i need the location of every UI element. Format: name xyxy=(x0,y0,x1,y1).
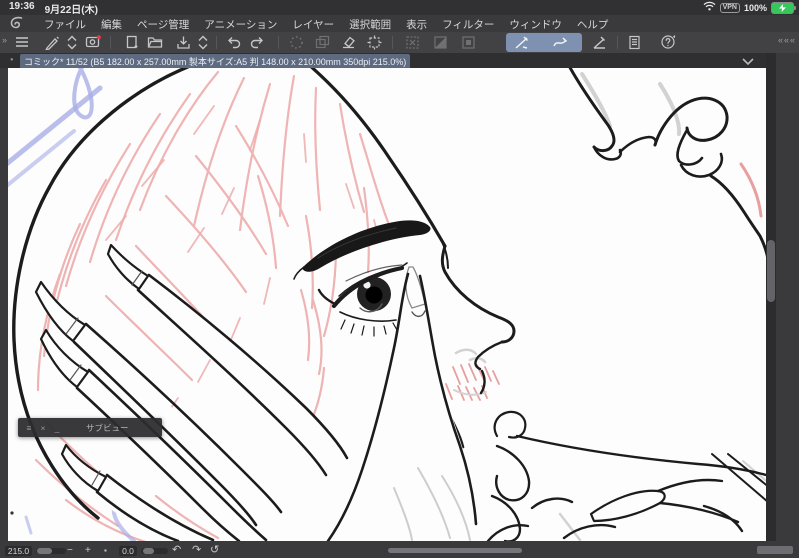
ipad-status-bar: 19:36 9月22日(木) VPN 100% xyxy=(0,0,799,16)
tool-switcher-icon[interactable] xyxy=(64,34,80,50)
panel-close-icon[interactable]: × xyxy=(36,423,50,433)
quick-help-icon[interactable] xyxy=(660,34,676,50)
save-icon[interactable] xyxy=(175,34,191,50)
toolbar-overflow-icon[interactable]: ««« xyxy=(778,35,796,45)
menu-bar: ファイル 編集 ページ管理 アニメーション レイヤー 選択範囲 表示 フィルター… xyxy=(0,15,799,32)
layer-ops-icon xyxy=(314,34,330,50)
subview-panel-header[interactable]: ≡ × _ サブビュー xyxy=(18,418,162,437)
pen-tool-icon[interactable] xyxy=(44,34,60,50)
command-toolbar: » ««« xyxy=(0,32,799,53)
panel-menu-icon[interactable]: ≡ xyxy=(22,423,36,433)
home-indicator[interactable] xyxy=(388,548,522,553)
panel-minimize-icon[interactable]: _ xyxy=(50,423,64,433)
menu-layer[interactable]: レイヤー xyxy=(292,17,334,32)
pen-cursor xyxy=(10,511,14,515)
zoom-slider[interactable] xyxy=(36,547,66,554)
clock: 19:36 xyxy=(9,1,35,12)
document-tab-bar: ● コミック* 11/52 (B5 182.00 x 257.00mm 製本サイ… xyxy=(0,53,768,69)
canvas[interactable] xyxy=(1,62,773,544)
vertical-scrollbar-thumb[interactable] xyxy=(767,240,775,302)
artwork-drawing xyxy=(1,62,773,544)
material-list-icon[interactable] xyxy=(626,34,642,50)
processing-icon xyxy=(288,34,304,50)
chevron-down-icon[interactable] xyxy=(742,57,754,67)
menu-edit[interactable]: 編集 xyxy=(101,17,122,32)
rotate-ccw-button[interactable]: ↶ xyxy=(172,544,181,557)
tab-bullet: ● xyxy=(10,57,14,63)
page-switcher-icon[interactable] xyxy=(195,34,211,50)
deselect-icon xyxy=(404,34,420,50)
battery-percent: 100% xyxy=(743,2,767,13)
redo-icon[interactable] xyxy=(250,34,266,50)
zoom-in-button[interactable]: + xyxy=(85,544,91,557)
rotate-cw-button[interactable]: ↷ xyxy=(192,544,201,557)
app-screen: 19:36 9月22日(木) VPN 100% ファイル 編集 ページ管理 アニ… xyxy=(0,0,799,558)
wifi-icon xyxy=(703,1,716,14)
frame-crop-icon[interactable] xyxy=(366,34,382,50)
menu-selection[interactable]: 選択範囲 xyxy=(349,17,391,32)
toolbar-collapse-icon[interactable]: » xyxy=(2,35,7,45)
vpn-badge: VPN xyxy=(719,2,740,13)
pasteboard-left xyxy=(0,68,8,543)
clip-studio-logo-icon[interactable] xyxy=(9,16,25,33)
new-page-icon[interactable] xyxy=(124,34,140,50)
fit-screen-button[interactable]: ▪ xyxy=(104,544,107,557)
document-tab[interactable]: コミック* 11/52 (B5 182.00 x 257.00mm 製本サイズ:… xyxy=(20,54,411,69)
rotation-slider[interactable] xyxy=(141,547,168,554)
menu-animation[interactable]: アニメーション xyxy=(204,17,277,32)
selection-fill-icon xyxy=(460,34,476,50)
menu-file[interactable]: ファイル xyxy=(44,17,86,32)
eraser-clear-icon[interactable] xyxy=(340,34,356,50)
date: 9月22日(木) xyxy=(44,5,98,16)
zoom-out-button[interactable]: − xyxy=(67,544,73,557)
snap-linear-ruler-icon[interactable] xyxy=(514,34,530,50)
menu-help[interactable]: ヘルプ xyxy=(577,17,609,32)
battery-icon xyxy=(771,1,796,14)
rotation-value[interactable]: 0.0 xyxy=(119,545,137,556)
open-folder-icon[interactable] xyxy=(147,34,163,50)
subview-panel-title: サブビュー xyxy=(86,422,129,433)
snap-special-ruler-icon[interactable] xyxy=(552,34,568,50)
collapsed-right-panel xyxy=(776,53,799,541)
hamburger-icon[interactable] xyxy=(14,34,30,50)
zoom-value[interactable]: 215.0 xyxy=(5,545,32,556)
snap-grid-icon[interactable] xyxy=(592,34,608,50)
invert-selection-icon xyxy=(432,34,448,50)
app-window-icon[interactable] xyxy=(85,34,101,50)
undo-icon[interactable] xyxy=(225,34,241,50)
menu-view[interactable]: 表示 xyxy=(406,17,427,32)
corner-grip[interactable] xyxy=(757,546,793,554)
menu-window[interactable]: ウィンドウ xyxy=(509,17,562,32)
menu-page-manage[interactable]: ページ管理 xyxy=(137,17,189,32)
vertical-scrollbar[interactable] xyxy=(766,53,776,541)
menu-filter[interactable]: フィルター xyxy=(442,17,494,32)
reset-view-button[interactable]: ↺ xyxy=(210,544,219,557)
